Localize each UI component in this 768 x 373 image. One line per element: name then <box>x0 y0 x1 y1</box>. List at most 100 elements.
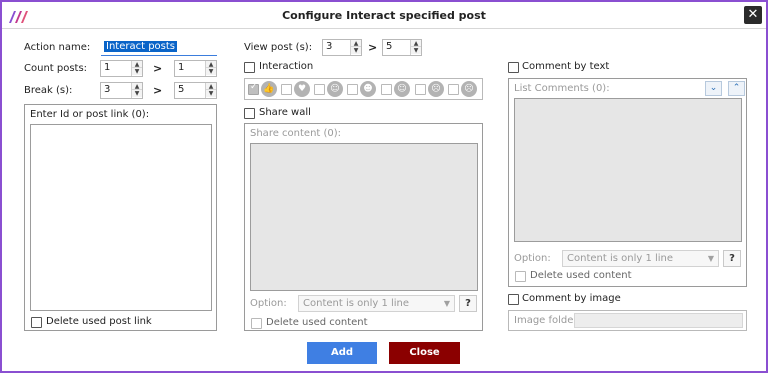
up-arrow-icon[interactable]: ▲ <box>206 61 216 68</box>
interaction-label: Interaction <box>259 61 314 72</box>
like-icon[interactable]: 👍 <box>261 81 277 97</box>
post-ids-textarea[interactable] <box>30 124 212 311</box>
share-delete-used-content-checkbox[interactable] <box>251 318 262 329</box>
angry-checkbox[interactable] <box>448 84 459 95</box>
break-from-stepper[interactable]: 3 ▲ ▼ <box>100 82 143 99</box>
comment-option-select[interactable]: Content is only 1 line ▼ <box>562 250 719 267</box>
scroll-up-button[interactable]: ⌃ <box>728 81 745 96</box>
share-content-group: Share content (0): Option: Content is on… <box>244 123 483 331</box>
haha-icon[interactable]: ☻ <box>360 81 376 97</box>
share-content-label: Share content (0): <box>250 128 342 139</box>
up-arrow-icon[interactable]: ▲ <box>411 40 421 47</box>
action-name-value: Interact posts <box>104 41 178 52</box>
close-icon[interactable]: ✕ <box>744 6 762 24</box>
range-separator: > <box>153 84 163 97</box>
comment-option-label: Option: <box>514 253 551 264</box>
share-delete-used-content-label: Delete used content <box>266 317 368 328</box>
up-arrow-icon[interactable]: ▲ <box>351 40 361 47</box>
love-icon[interactable]: ♥ <box>294 81 310 97</box>
configure-dialog: Configure Interact specified post ✕ Acti… <box>0 0 768 373</box>
view-post-from-stepper[interactable]: 3 ▲ ▼ <box>322 39 362 56</box>
comment-delete-used-content-label: Delete used content <box>530 270 632 281</box>
stepper-arrows[interactable]: ▲ ▼ <box>205 83 216 98</box>
down-arrow-icon[interactable]: ▼ <box>411 47 421 54</box>
up-arrow-icon[interactable]: ▲ <box>206 83 216 90</box>
stepper-value: 3 <box>326 41 333 52</box>
chevron-down-icon: ▼ <box>443 299 450 308</box>
care-checkbox[interactable] <box>314 84 325 95</box>
stepper-arrows[interactable]: ▲ ▼ <box>205 61 216 76</box>
interaction-checkbox[interactable] <box>244 62 255 73</box>
down-arrow-icon[interactable]: ▼ <box>206 90 216 97</box>
post-ids-label: Enter Id or post link (0): <box>30 109 150 120</box>
share-option-value: Content is only 1 line <box>303 298 410 309</box>
action-name-input[interactable]: Interact posts <box>101 39 217 56</box>
share-content-textarea[interactable] <box>250 143 478 291</box>
image-folder-label: Image folder: <box>514 315 581 326</box>
like-checkbox[interactable] <box>248 82 259 95</box>
reactions-row: 👍 ♥ ☺ ☻ ☺ ☹ ☹ <box>244 78 483 100</box>
delete-used-post-link-label: Delete used post link <box>46 316 152 327</box>
share-wall-checkbox[interactable] <box>244 108 255 119</box>
down-arrow-icon[interactable]: ▼ <box>351 47 361 54</box>
up-arrow-icon[interactable]: ▲ <box>132 61 142 68</box>
down-arrow-icon[interactable]: ▼ <box>132 68 142 75</box>
care-icon[interactable]: ☺ <box>327 81 343 97</box>
wow-checkbox[interactable] <box>381 84 392 95</box>
share-wall-label: Share wall <box>259 107 311 118</box>
wow-icon[interactable]: ☺ <box>394 81 410 97</box>
comment-by-image-label: Comment by image <box>522 293 621 304</box>
love-checkbox[interactable] <box>281 84 292 95</box>
range-separator: > <box>153 62 163 75</box>
stepper-value: 1 <box>104 62 111 73</box>
dialog-title: Configure Interact specified post <box>282 9 486 22</box>
view-post-label: View post (s): <box>244 42 313 53</box>
stepper-value: 3 <box>104 84 111 95</box>
stepper-arrows[interactable]: ▲ ▼ <box>131 83 142 98</box>
list-comments-label: List Comments (0): <box>514 83 610 94</box>
scroll-down-button[interactable]: ⌄ <box>705 81 722 96</box>
chevron-down-icon: ⌄ <box>709 83 718 93</box>
down-arrow-icon[interactable]: ▼ <box>206 68 216 75</box>
down-arrow-icon[interactable]: ▼ <box>132 90 142 97</box>
title-bar: Configure Interact specified post ✕ <box>2 2 766 29</box>
stepper-value: 5 <box>178 84 185 95</box>
comment-by-text-checkbox[interactable] <box>508 62 519 73</box>
count-posts-to-stepper[interactable]: 1 ▲ ▼ <box>174 60 217 77</box>
sad-icon[interactable]: ☹ <box>428 81 444 97</box>
comments-group: List Comments (0): ⌄ ⌃ Option: Content i… <box>508 78 747 287</box>
add-button[interactable]: Add <box>307 342 377 364</box>
haha-checkbox[interactable] <box>347 84 358 95</box>
post-ids-group: Enter Id or post link (0): Delete used p… <box>24 104 217 331</box>
share-option-select[interactable]: Content is only 1 line ▼ <box>298 295 455 312</box>
stepper-arrows[interactable]: ▲ ▼ <box>410 40 421 55</box>
break-label: Break (s): <box>24 85 73 96</box>
comment-delete-used-content-checkbox[interactable] <box>515 271 526 282</box>
sad-checkbox[interactable] <box>415 84 426 95</box>
count-posts-from-stepper[interactable]: 1 ▲ ▼ <box>100 60 143 77</box>
stepper-value: 1 <box>178 62 185 73</box>
comment-by-image-checkbox[interactable] <box>508 294 519 305</box>
up-arrow-icon[interactable]: ▲ <box>132 83 142 90</box>
delete-used-post-link-checkbox[interactable] <box>31 317 42 328</box>
stepper-arrows[interactable]: ▲ ▼ <box>131 61 142 76</box>
stepper-arrows[interactable]: ▲ ▼ <box>350 40 361 55</box>
count-posts-label: Count posts: <box>24 63 88 74</box>
action-name-label: Action name: <box>24 42 91 53</box>
comments-textarea[interactable] <box>514 98 742 242</box>
view-post-to-stepper[interactable]: 5 ▲ ▼ <box>382 39 422 56</box>
angry-icon[interactable]: ☹ <box>461 81 477 97</box>
image-folder-row: Image folder: <box>508 310 747 331</box>
share-option-label: Option: <box>250 298 287 309</box>
comment-by-text-label: Comment by text <box>522 61 610 72</box>
stepper-value: 5 <box>386 41 393 52</box>
range-separator: > <box>368 41 378 54</box>
comment-option-value: Content is only 1 line <box>567 253 674 264</box>
share-option-help-button[interactable]: ? <box>459 295 477 312</box>
chevron-down-icon: ▼ <box>707 254 714 263</box>
break-to-stepper[interactable]: 5 ▲ ▼ <box>174 82 217 99</box>
image-folder-input[interactable] <box>574 313 743 328</box>
close-button[interactable]: Close <box>389 342 460 364</box>
comment-option-help-button[interactable]: ? <box>723 250 741 267</box>
chevron-up-icon: ⌃ <box>732 83 741 93</box>
